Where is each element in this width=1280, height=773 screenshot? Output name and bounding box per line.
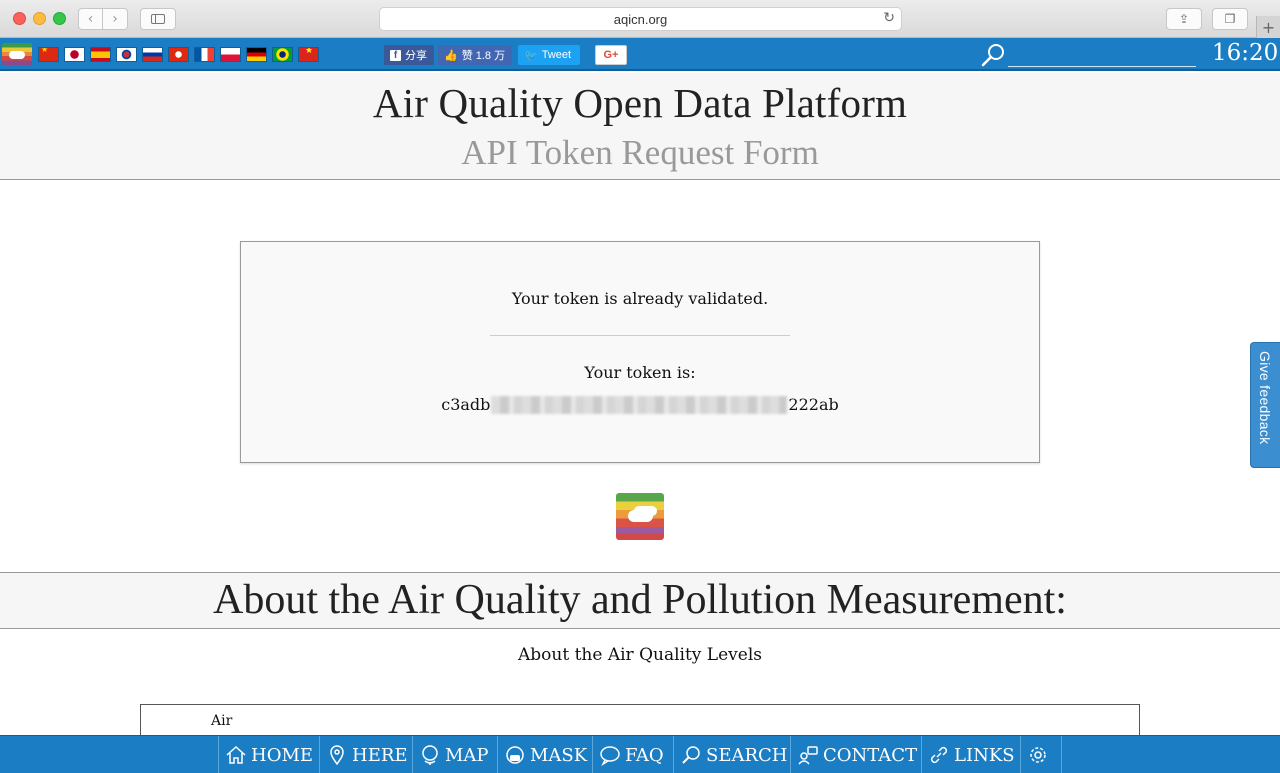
table-header-cell: Air xyxy=(211,713,233,729)
nav-contact-label: CONTACT xyxy=(823,744,918,766)
token-validated-message: Your token is already validated. xyxy=(511,289,769,308)
token-redacted-blur xyxy=(491,395,788,414)
nav-here-label: HERE xyxy=(352,744,408,766)
clock-time: 16:20 xyxy=(1212,40,1279,66)
close-window-button[interactable] xyxy=(13,12,26,25)
about-title: About the Air Quality and Pollution Meas… xyxy=(213,577,1067,623)
token-suffix: 222ab xyxy=(788,395,839,414)
url-text: aqicn.org xyxy=(613,11,668,27)
nav-links[interactable]: LINKS xyxy=(921,736,1020,773)
gear-icon xyxy=(1030,747,1046,763)
nav-links-label: LINKS xyxy=(954,744,1015,766)
home-icon xyxy=(226,745,246,764)
new-tab-button[interactable]: + xyxy=(1256,16,1280,38)
nav-mask-label: MASK xyxy=(530,744,588,766)
nav-map-label: MAP xyxy=(445,744,489,766)
show-tabs-button[interactable]: ❐ xyxy=(1212,8,1248,30)
contact-icon xyxy=(798,746,818,765)
faq-bubble-icon xyxy=(600,746,620,766)
location-pin-icon xyxy=(330,745,344,766)
token-label: Your token is: xyxy=(584,363,696,382)
nav-faq-label: FAQ xyxy=(625,744,664,766)
twitter-bird-icon: 🐦 xyxy=(524,49,538,62)
facebook-like-button[interactable]: 👍 赞 1.8 万 xyxy=(438,45,512,65)
flag-france-icon[interactable] xyxy=(194,47,215,62)
share-button[interactable]: ⇪ xyxy=(1166,8,1202,30)
sidebar-icon xyxy=(151,14,165,24)
mask-icon xyxy=(506,746,524,764)
aqicn-home-logo-icon[interactable] xyxy=(2,43,32,65)
reload-icon[interactable]: ↻ xyxy=(883,10,895,26)
nav-settings[interactable] xyxy=(1020,736,1062,773)
air-quality-levels-heading: About the Air Quality Levels xyxy=(518,645,762,665)
flag-poland-icon[interactable] xyxy=(220,47,241,62)
flag-korea-icon[interactable] xyxy=(116,47,137,62)
give-feedback-tab[interactable]: Give feedback xyxy=(1250,342,1280,468)
google-plus-button[interactable]: G+ xyxy=(595,45,627,65)
flag-germany-icon[interactable] xyxy=(246,47,267,62)
zoom-window-button[interactable] xyxy=(53,12,66,25)
bottom-navigation: HOME HERE MAP MASK FAQ SEARCH CONTACT LI… xyxy=(0,735,1280,773)
divider xyxy=(490,335,790,336)
globe-icon xyxy=(422,745,438,765)
feedback-label: Give feedback xyxy=(1257,351,1273,445)
flag-russia-icon[interactable] xyxy=(142,47,163,62)
nav-home-label: HOME xyxy=(251,744,314,766)
page-header: Air Quality Open Data Platform API Token… xyxy=(0,73,1280,180)
forward-button[interactable]: › xyxy=(103,8,128,30)
tweet-button[interactable]: 🐦 Tweet xyxy=(518,45,580,65)
city-search-input[interactable] xyxy=(1008,43,1196,67)
search-icon xyxy=(682,746,700,764)
nav-map[interactable]: MAP xyxy=(412,736,497,773)
link-icon xyxy=(930,746,948,764)
flag-spain-icon[interactable] xyxy=(90,47,111,62)
aqicn-logo-icon xyxy=(616,493,664,540)
flag-brazil-icon[interactable] xyxy=(272,47,293,62)
site-topbar: f 分享 👍 赞 1.8 万 🐦 Tweet G+ 16:20 xyxy=(0,38,1280,71)
token-panel: Your token is already validated. Your to… xyxy=(240,241,1040,463)
nav-faq[interactable]: FAQ xyxy=(592,736,673,773)
nav-mask[interactable]: MASK xyxy=(497,736,592,773)
nav-contact[interactable]: CONTACT xyxy=(790,736,921,773)
form-title: API Token Request Form xyxy=(461,133,819,172)
flag-japan-icon[interactable] xyxy=(64,47,85,62)
facebook-icon: f xyxy=(390,49,401,61)
facebook-like-label: 赞 1.8 万 xyxy=(461,50,506,62)
nav-here[interactable]: HERE xyxy=(319,736,412,773)
site-title: Air Quality Open Data Platform xyxy=(372,80,908,126)
facebook-share-label: 分享 xyxy=(405,50,427,62)
minimize-window-button[interactable] xyxy=(33,12,46,25)
address-bar[interactable]: aqicn.org ↻ xyxy=(379,7,902,31)
facebook-share-button[interactable]: f 分享 xyxy=(384,45,434,65)
tweet-label: Tweet xyxy=(541,49,572,61)
flag-china-icon[interactable] xyxy=(38,47,59,62)
nav-home[interactable]: HOME xyxy=(218,736,319,773)
about-section-header: About the Air Quality and Pollution Meas… xyxy=(0,572,1280,629)
thumbs-up-icon: 👍 xyxy=(444,49,458,62)
token-value: c3adb 222ab xyxy=(241,395,1039,414)
nav-search[interactable]: SEARCH xyxy=(673,736,790,773)
browser-titlebar: ‹ › aqicn.org ↻ ⇪ ❐ + xyxy=(0,0,1280,38)
nav-search-label: SEARCH xyxy=(706,744,788,766)
search-icon[interactable] xyxy=(980,42,1006,68)
sidebar-toggle-button[interactable] xyxy=(140,8,176,30)
token-prefix: c3adb xyxy=(441,395,491,414)
flag-vietnam-icon[interactable] xyxy=(298,47,319,62)
flag-hongkong-icon[interactable] xyxy=(168,47,189,62)
back-button[interactable]: ‹ xyxy=(78,8,103,30)
